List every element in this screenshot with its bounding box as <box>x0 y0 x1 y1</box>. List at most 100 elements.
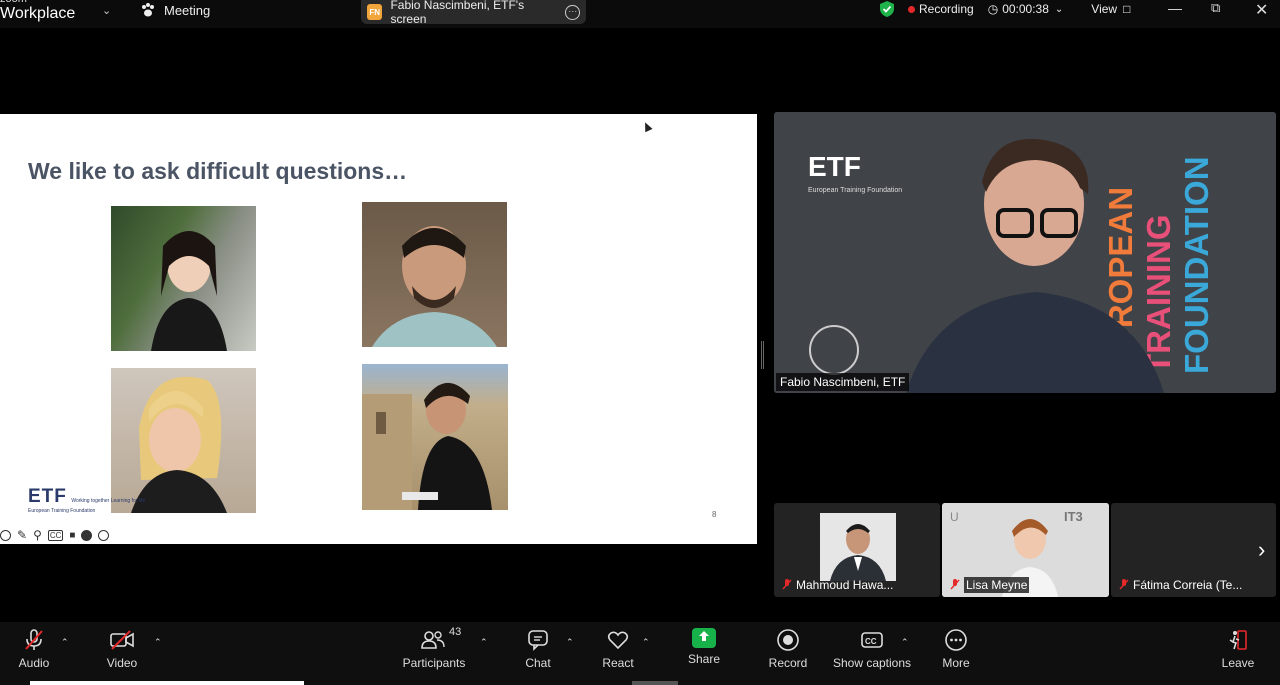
react-button[interactable]: React <box>598 628 638 670</box>
zoom-logo: zoom Workplace <box>0 0 75 22</box>
speaker-video-feed: ETF European Training Foundation EUROPEA… <box>774 112 1276 393</box>
record-icon <box>777 629 799 651</box>
search-icon[interactable]: ⚲ <box>33 528 42 542</box>
minimize-icon[interactable]: — <box>1168 0 1182 16</box>
svg-text:TRAINING: TRAINING <box>1140 215 1177 375</box>
chat-icon <box>528 630 548 651</box>
participants-button[interactable]: 43 Participants <box>400 626 468 670</box>
participant-name-text: Mahmoud Hawa... <box>796 578 894 592</box>
presentation-slide: We like to ask difficult questions… 8 ET… <box>0 114 757 544</box>
chevron-up-icon[interactable]: ⌃ <box>901 637 909 648</box>
svg-text:U: U <box>950 510 959 524</box>
active-speaker-video[interactable]: ETF European Training Foundation EUROPEA… <box>774 112 1276 393</box>
more-button[interactable]: More <box>936 628 976 670</box>
svg-text:IT3: IT3 <box>1064 509 1083 524</box>
participant-name: Mahmoud Hawa... <box>778 576 897 594</box>
chevron-up-icon[interactable]: ⌃ <box>642 637 650 648</box>
brand-bottom: Workplace <box>0 5 76 22</box>
chevron-up-icon[interactable]: ⌃ <box>566 637 574 648</box>
more-icon <box>945 629 967 651</box>
chat-label: Chat <box>525 656 551 670</box>
etf-logo-tagline: Working together Learning for life <box>71 498 146 504</box>
camera-icon[interactable]: ■ <box>69 530 75 541</box>
svg-text:ETF: ETF <box>808 151 861 182</box>
resize-handle[interactable] <box>761 341 764 369</box>
screen-share-label: Fabio Nascimbeni, ETF's screen <box>390 0 525 26</box>
video-off-icon <box>110 630 134 650</box>
more-options-icon[interactable]: ··· <box>565 4 580 20</box>
svg-text:European Training Foundation: European Training Foundation <box>808 187 902 194</box>
meeting-label: Meeting <box>164 2 211 18</box>
portrait-photo <box>111 206 256 351</box>
portrait-photo <box>362 364 508 510</box>
svg-text:FOUNDATION: FOUNDATION <box>1178 156 1215 374</box>
scroll-indicator <box>30 681 304 685</box>
screen-share-pill[interactable]: FN Fabio Nascimbeni, ETF's screen ··· <box>361 0 586 26</box>
captions-label: Show captions <box>832 656 912 670</box>
share-icon <box>692 628 716 648</box>
slide-toolbar: ✎ ⚲ CC ■ <box>0 528 110 542</box>
meeting-toolbar: Audio ⌃ Video ⌃ 43 Participants ⌃ Chat ⌃… <box>0 622 1280 685</box>
share-label: Share <box>687 652 721 666</box>
captions-icon: CC <box>861 632 883 648</box>
recording-label[interactable]: Recording <box>919 2 974 16</box>
meeting-menu[interactable]: Meeting <box>140 2 210 18</box>
more-options-icon[interactable] <box>81 529 93 541</box>
chevron-up-icon[interactable]: ⌃ <box>61 637 69 648</box>
pointer-icon[interactable] <box>0 529 11 541</box>
chevron-down-icon[interactable]: ⌄ <box>1055 4 1063 15</box>
sharer-avatar: FN <box>367 4 383 20</box>
record-label: Record <box>768 656 808 670</box>
audio-button[interactable]: Audio <box>14 628 54 670</box>
restore-icon[interactable]: ⧉ <box>1211 0 1220 16</box>
arrow-right-icon[interactable] <box>98 529 110 541</box>
participant-name-text: Lisa Meyne <box>964 577 1030 593</box>
chevron-right-icon[interactable]: › <box>1258 537 1265 563</box>
view-grid-icon: □ <box>1123 2 1131 16</box>
captions-icon[interactable]: CC <box>47 529 64 541</box>
muted-mic-icon <box>25 629 43 650</box>
etf-logo-text: ETF <box>28 486 67 507</box>
participants-label: Participants <box>402 656 466 670</box>
slide-page-number: 8 <box>712 510 717 519</box>
participant-name: Fátima Correia (Te... <box>1115 576 1246 594</box>
etf-logo: ETF Working together Learning for life E… <box>28 486 145 514</box>
audio-label: Audio <box>18 656 50 670</box>
close-icon[interactable]: ✕ <box>1255 0 1268 20</box>
participant-name-text: Fátima Correia (Te... <box>1133 578 1243 592</box>
react-label: React <box>602 656 634 670</box>
participant-tile[interactable]: Fátima Correia (Te... <box>1111 503 1276 597</box>
participant-tile[interactable]: U IT3 Lisa Meyne <box>942 503 1109 597</box>
paw-icon <box>142 3 154 17</box>
meeting-status: Recording ◷ 00:00:38 ⌄ View □ <box>878 0 1130 18</box>
timer-icon: ◷ <box>987 2 999 16</box>
chat-button[interactable]: Chat <box>518 628 558 670</box>
speaker-name-label: Fabio Nascimbeni, ETF <box>776 373 910 391</box>
muted-mic-icon <box>950 579 960 590</box>
leave-label: Leave <box>1221 656 1255 670</box>
captions-button[interactable]: CC Show captions <box>832 628 912 670</box>
participant-tile[interactable]: Mahmoud Hawa... <box>774 503 940 597</box>
leave-button[interactable]: Leave <box>1218 628 1258 670</box>
chevron-down-icon[interactable]: ⌄ <box>102 4 111 17</box>
participants-icon <box>421 631 445 649</box>
recording-dot-icon <box>908 5 915 13</box>
pen-icon[interactable]: ✎ <box>17 528 27 542</box>
video-button[interactable]: Video <box>102 628 142 670</box>
participants-count: 43 <box>449 626 462 638</box>
heart-icon <box>607 631 629 650</box>
mouse-cursor-icon <box>641 120 653 133</box>
meeting-timer: 00:00:38 <box>1002 2 1049 16</box>
record-button[interactable]: Record <box>766 628 810 670</box>
etf-logo-org: European Training Foundation <box>28 508 96 514</box>
share-button[interactable]: Share <box>684 628 724 666</box>
chevron-up-icon[interactable]: ⌃ <box>480 637 488 648</box>
muted-mic-icon <box>1119 579 1129 590</box>
participant-video <box>820 513 896 581</box>
chevron-up-icon[interactable]: ⌃ <box>154 637 162 648</box>
svg-text:CC: CC <box>865 637 877 646</box>
leave-icon <box>1229 630 1247 650</box>
shield-icon[interactable] <box>878 0 896 18</box>
participant-name: Lisa Meyne <box>946 576 1033 594</box>
view-button[interactable]: View <box>1091 2 1117 16</box>
